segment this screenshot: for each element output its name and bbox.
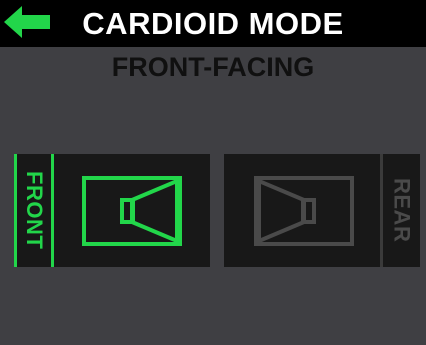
speaker-icon	[82, 176, 182, 246]
front-facing-option[interactable]: FRONT	[14, 154, 210, 267]
rear-facing-option[interactable]: REAR	[224, 154, 420, 267]
speaker-icon	[254, 176, 354, 246]
page-title: CARDIOID MODE	[82, 6, 344, 41]
rear-label: REAR	[389, 178, 415, 243]
rear-label-strip: REAR	[380, 154, 420, 267]
front-label-strip: FRONT	[14, 154, 54, 267]
front-label: FRONT	[22, 171, 47, 250]
mode-subtitle: FRONT-FACING	[111, 52, 315, 82]
header-bar: CARDIOID MODE	[0, 0, 426, 47]
